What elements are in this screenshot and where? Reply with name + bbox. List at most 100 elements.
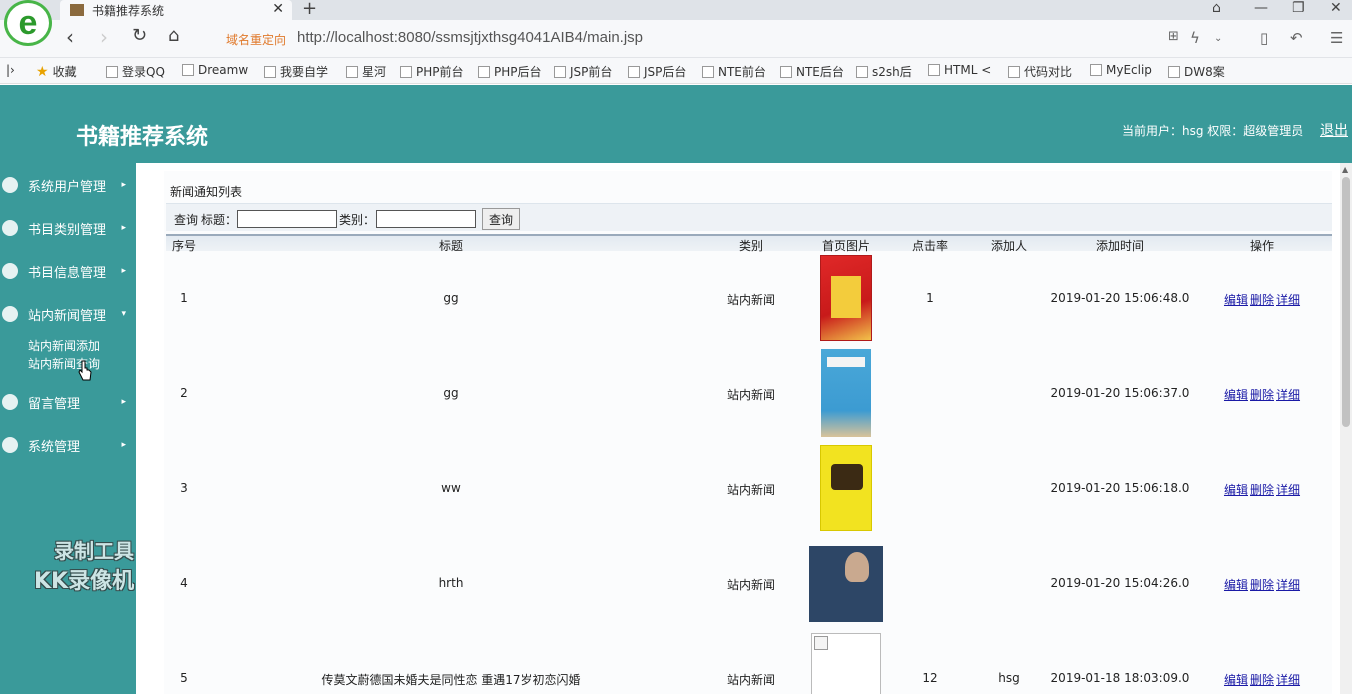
- column-header-clicks: 点击率: [911, 239, 949, 253]
- column-header-title: 标题: [438, 239, 464, 253]
- column-header-image: 首页图片: [821, 239, 871, 253]
- scroll-up-icon[interactable]: ▲: [1342, 165, 1348, 174]
- table-cell-no: 3: [180, 481, 188, 495]
- delete-link[interactable]: 删除: [1250, 293, 1274, 307]
- sidebar-item-messages[interactable]: 留言管理 ▸: [0, 391, 136, 413]
- sidebar-item-label: 留言管理: [28, 396, 81, 412]
- bookmark-item[interactable]: NTE后台: [780, 63, 844, 80]
- dropdown-icon[interactable]: ⌄: [1214, 33, 1222, 44]
- detail-link[interactable]: 详细: [1276, 578, 1300, 592]
- edit-link[interactable]: 编辑: [1224, 578, 1248, 592]
- submenu-news-add[interactable]: 站内新闻添加: [28, 337, 100, 354]
- page-icon: [346, 65, 358, 78]
- sidebar-item-label: 系统管理: [28, 439, 81, 455]
- bookmark-item[interactable]: DW8案: [1168, 63, 1225, 80]
- table-cell-time: 2019-01-20 15:06:48.0: [1050, 291, 1190, 305]
- bookmark-favorites[interactable]: ★ 收藏: [36, 63, 77, 80]
- edit-link[interactable]: 编辑: [1224, 483, 1248, 497]
- back-icon[interactable]: ‹: [66, 25, 74, 49]
- window-close-icon[interactable]: ✕: [1330, 0, 1342, 16]
- user-circle-icon: [2, 177, 18, 193]
- skin-icon[interactable]: ⌂: [1212, 0, 1221, 16]
- detail-link[interactable]: 详细: [1276, 673, 1300, 687]
- url-field[interactable]: http://localhost:8080/ssmsjtjxthsg4041AI…: [297, 29, 643, 46]
- qq-icon: [106, 65, 118, 78]
- bookmark-item[interactable]: Dreamw: [182, 63, 248, 77]
- detail-link[interactable]: 详细: [1276, 293, 1300, 307]
- home-icon[interactable]: ⌂: [168, 25, 179, 46]
- lightning-icon[interactable]: ϟ: [1190, 29, 1200, 47]
- grid-icon[interactable]: ⊞: [1168, 29, 1179, 44]
- edit-link[interactable]: 编辑: [1224, 293, 1248, 307]
- app-header: 书籍推荐系统 当前用户：hsg 权限：超级管理员 退出: [0, 85, 1352, 163]
- table-cell-time: 2019-01-18 18:03:09.0: [1050, 671, 1190, 685]
- column-header-adder: 添加人: [990, 239, 1028, 253]
- image-icon: [856, 65, 868, 78]
- message-icon: [2, 394, 18, 410]
- sidebar-item-news[interactable]: 站内新闻管理 ▾: [0, 303, 136, 325]
- page-icon: [628, 65, 640, 78]
- sidebar-item-system-users[interactable]: 系统用户管理 ▸: [0, 174, 136, 196]
- sidebar-item-book-info[interactable]: 书目信息管理 ▸: [0, 260, 136, 282]
- vertical-scrollbar[interactable]: ▲: [1340, 163, 1352, 694]
- search-button[interactable]: 查询: [482, 208, 520, 230]
- row-actions: 编辑 删除 详细: [1223, 386, 1301, 403]
- delete-link[interactable]: 删除: [1250, 483, 1274, 497]
- bookmarks-toggle-icon[interactable]: |›: [6, 63, 15, 77]
- column-header-time: 添加时间: [1095, 239, 1145, 253]
- category-label: 类别：: [339, 213, 376, 227]
- detail-link[interactable]: 详细: [1276, 483, 1300, 497]
- bookmark-item[interactable]: 代码对比: [1008, 63, 1072, 80]
- bookmark-item[interactable]: 登录QQ: [106, 63, 165, 80]
- broken-image: [811, 633, 881, 694]
- bookmark-item[interactable]: MyEclip: [1090, 63, 1152, 77]
- title-label: 标题：: [201, 213, 238, 227]
- close-tab-icon[interactable]: ✕: [272, 1, 284, 17]
- browser-tab[interactable]: 书籍推荐系统 ✕: [60, 0, 292, 20]
- book-cover-image: [809, 546, 883, 622]
- broken-image-icon: [814, 636, 828, 650]
- bookmark-item[interactable]: PHP前台: [400, 63, 464, 80]
- undo-icon[interactable]: ↶: [1290, 29, 1303, 47]
- panel-title: 新闻通知列表: [170, 185, 243, 199]
- table-cell-clicks: 1: [926, 291, 934, 305]
- row-actions: 编辑 删除 详细: [1223, 291, 1301, 308]
- detail-link[interactable]: 详细: [1276, 388, 1300, 402]
- bookmark-item[interactable]: HTML <: [928, 63, 991, 77]
- menu-icon[interactable]: ☰: [1330, 29, 1343, 47]
- table-cell-no: 5: [180, 671, 188, 685]
- restore-icon[interactable]: ❐: [1292, 0, 1305, 16]
- reader-icon[interactable]: ▯: [1260, 29, 1268, 47]
- page-favicon-icon: [70, 4, 84, 16]
- bookmark-item[interactable]: 星河: [346, 63, 386, 80]
- category-search-input[interactable]: [376, 210, 476, 228]
- news-icon: [2, 306, 18, 322]
- refresh-icon[interactable]: ↻: [132, 25, 147, 46]
- recorder-watermark-line2: KK录像机: [34, 569, 135, 594]
- bookmark-item[interactable]: 我要自学: [264, 63, 328, 80]
- sidebar-item-system[interactable]: 系统管理 ▸: [0, 434, 136, 456]
- edit-link[interactable]: 编辑: [1224, 388, 1248, 402]
- bookmark-item[interactable]: PHP后台: [478, 63, 542, 80]
- minimize-icon[interactable]: —: [1254, 0, 1268, 16]
- bookmark-item[interactable]: s2sh后: [856, 63, 912, 80]
- bookmark-item[interactable]: NTE前台: [702, 63, 766, 80]
- title-search-input[interactable]: [237, 210, 337, 228]
- row-actions: 编辑 删除 详细: [1223, 671, 1301, 688]
- logout-link[interactable]: 退出: [1320, 120, 1348, 140]
- delete-link[interactable]: 删除: [1250, 388, 1274, 402]
- redirect-label[interactable]: 域名重定向: [226, 31, 286, 48]
- user-gear-icon: [2, 220, 18, 236]
- delete-link[interactable]: 删除: [1250, 578, 1274, 592]
- bookmark-item[interactable]: JSP前台: [554, 63, 612, 80]
- bookmarks-bar: |› ★ 收藏 登录QQ Dreamw 我要自学 星河 PHP前台 PHP后台 J…: [0, 58, 1352, 84]
- sidebar-item-book-category[interactable]: 书目类别管理 ▸: [0, 217, 136, 239]
- delete-link[interactable]: 删除: [1250, 673, 1274, 687]
- bookmark-item[interactable]: JSP后台: [628, 63, 686, 80]
- forward-icon[interactable]: ›: [100, 25, 108, 49]
- new-tab-icon[interactable]: +: [302, 0, 317, 19]
- app-title: 书籍推荐系统: [76, 124, 209, 150]
- page-icon: [780, 65, 792, 78]
- scrollbar-thumb[interactable]: [1342, 177, 1350, 427]
- edit-link[interactable]: 编辑: [1224, 673, 1248, 687]
